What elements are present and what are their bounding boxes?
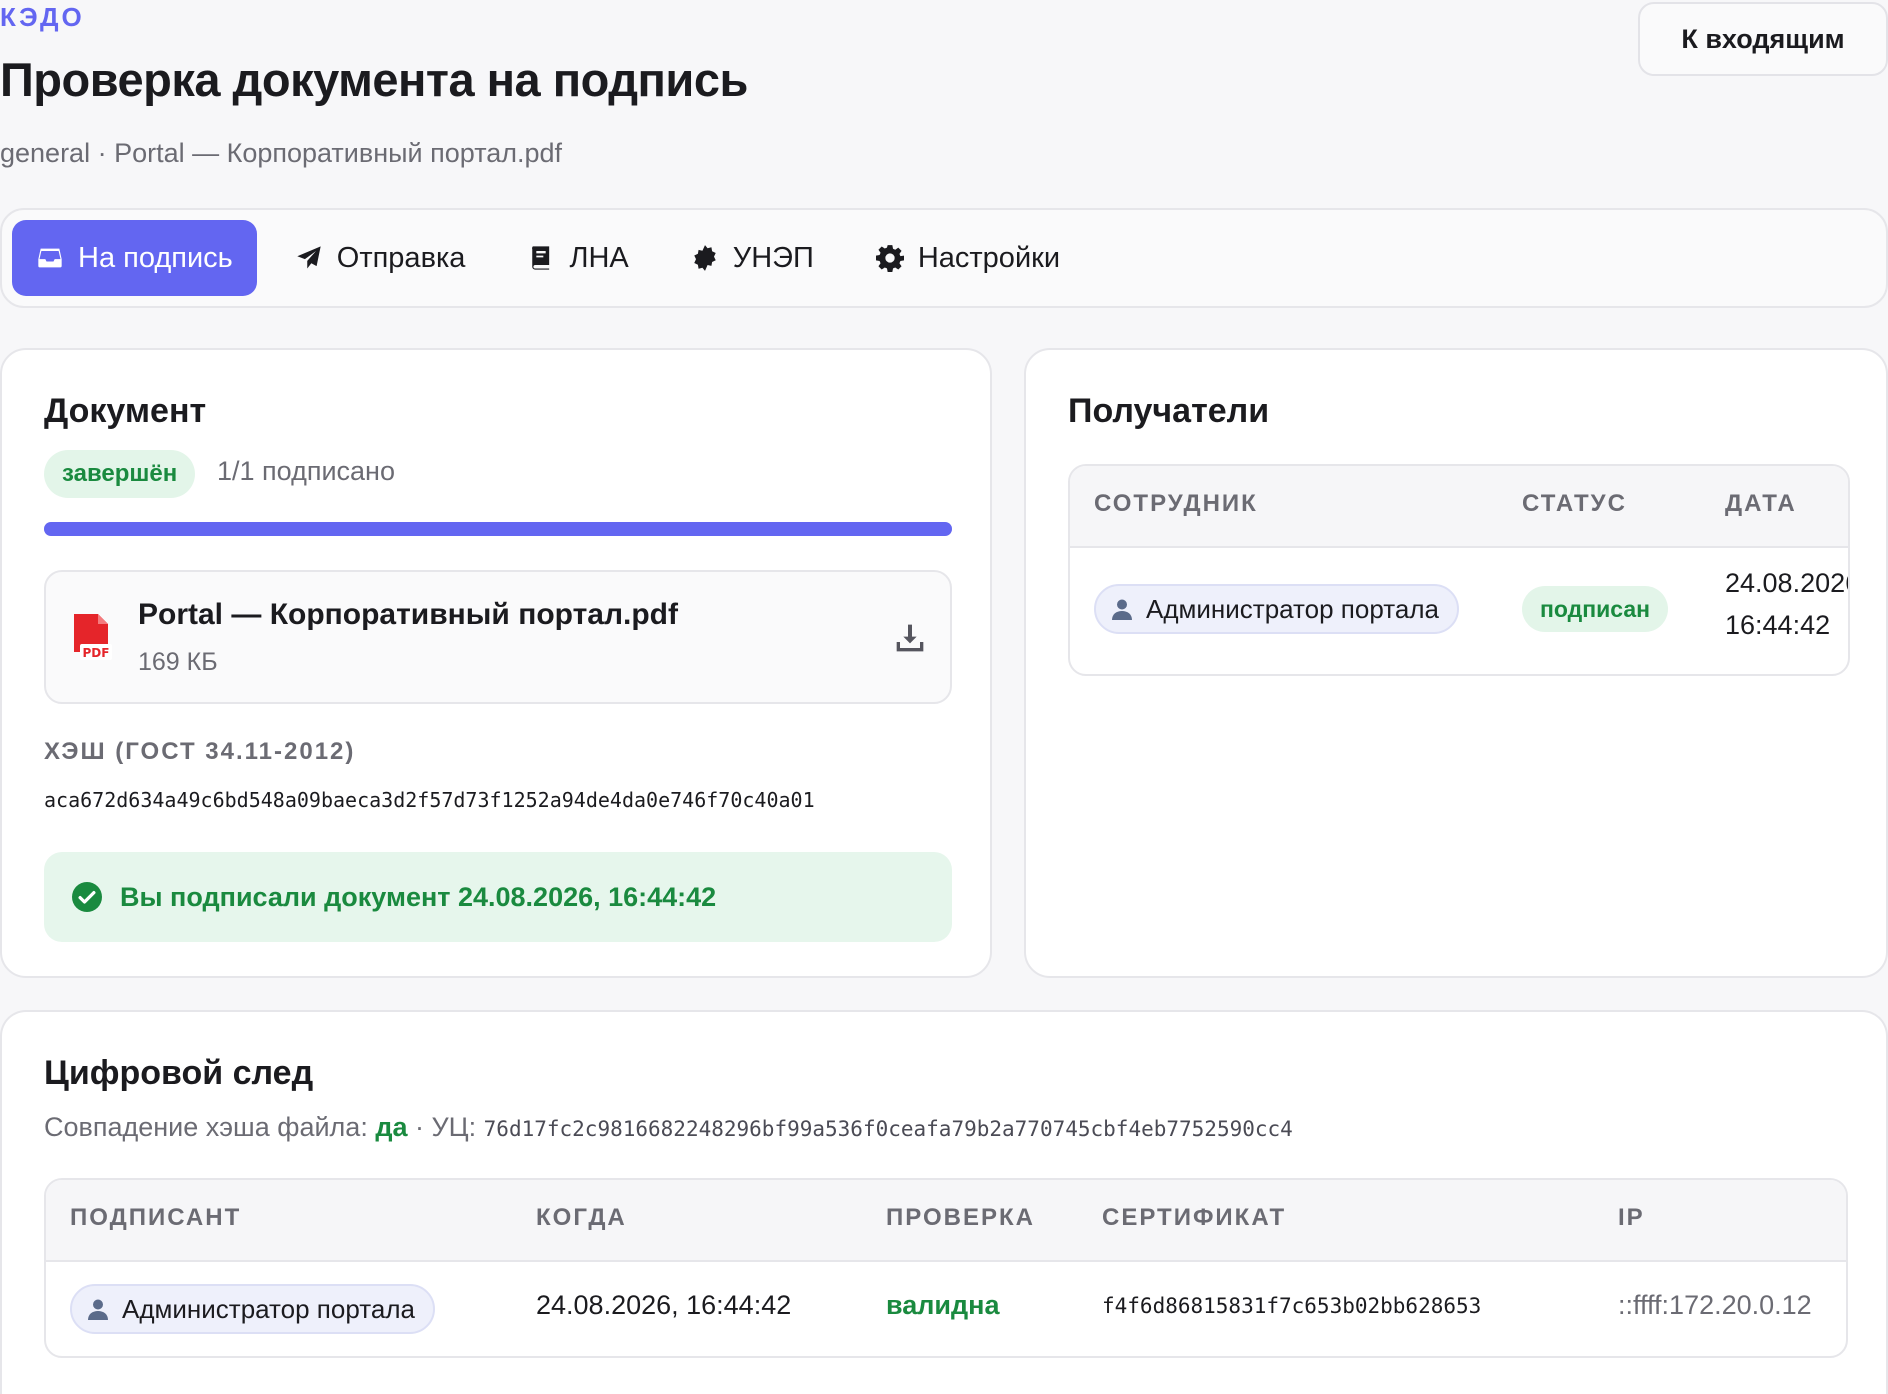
recipients-card: Получатели СОТРУДНИК СТАТУС ДАТА Админис… xyxy=(1024,348,1888,978)
signed-time: 16:44:42 xyxy=(1725,610,1831,640)
status-badge: подписан xyxy=(1522,586,1669,632)
file-item: PDF Portal — Корпоративный портал.pdf 16… xyxy=(44,570,952,704)
tab-to-sign[interactable]: На подпись xyxy=(12,220,257,296)
tab-settings[interactable]: Настройки xyxy=(852,220,1084,296)
hash-label: ХЭШ (ГОСТ 34.11-2012) xyxy=(44,738,356,765)
tab-label: Отправка xyxy=(336,241,466,274)
svg-text:PDF: PDF xyxy=(83,646,110,660)
digital-trail-heading: Цифровой след xyxy=(44,1054,314,1092)
table-row: Администратор портала 24.08.2026, 16:44:… xyxy=(46,1260,1846,1356)
signed-message: Вы подписали документ 24.08.2026, 16:44:… xyxy=(120,881,717,912)
signatures-table: ПОДПИСАНТ КОГДА ПРОВЕРКА СЕРТИФИКАТ IP А… xyxy=(44,1178,1848,1358)
file-size: 169 КБ xyxy=(138,648,218,676)
signer-name: Администратор портала xyxy=(122,1293,415,1324)
signing-progress-bar xyxy=(44,522,952,536)
tab-label: ЛНА xyxy=(569,241,629,274)
inbox-icon xyxy=(38,248,62,268)
hash-value: aca672d634a49c6bd548a09baeca3d2f57d73f12… xyxy=(44,788,815,812)
column-header-ip: IP xyxy=(1618,1204,1645,1231)
table-header: ПОДПИСАНТ КОГДА ПРОВЕРКА СЕРТИФИКАТ IP xyxy=(46,1180,1846,1262)
column-header-when: КОГДА xyxy=(536,1204,627,1231)
brand-label: КЭДО xyxy=(0,2,85,32)
check-circle-icon xyxy=(72,882,102,912)
certificate-id: f4f6d86815831f7c653b02bb628653 xyxy=(1102,1294,1482,1318)
ca-label: · УЦ: xyxy=(415,1112,477,1142)
column-header-signer: ПОДПИСАНТ xyxy=(70,1204,242,1231)
ca-value: 76d17fc2c9816682248296bf99a536f0ceafa79b… xyxy=(483,1117,1293,1141)
page-subtitle: general · Portal — Корпоративный портал.… xyxy=(0,138,563,168)
gear-icon xyxy=(875,245,904,272)
paper-plane-icon xyxy=(297,246,321,269)
employee-chip[interactable]: Администратор портала xyxy=(1094,584,1459,634)
check-status: валидна xyxy=(886,1290,1000,1320)
hash-match-value: да xyxy=(375,1112,408,1142)
user-icon xyxy=(1112,599,1132,620)
document-status-badge: завершён xyxy=(44,450,196,498)
file-name[interactable]: Portal — Корпоративный портал.pdf xyxy=(138,598,678,632)
tab-sending[interactable]: Отправка xyxy=(271,220,490,296)
signing-progress-fill xyxy=(44,522,952,536)
column-header-date: ДАТА xyxy=(1725,490,1797,517)
certificate-icon xyxy=(694,245,716,271)
column-header-status: СТАТУС xyxy=(1522,490,1627,517)
signed-success-alert: Вы подписали документ 24.08.2026, 16:44:… xyxy=(44,852,952,942)
page-title: Проверка документа на подпись xyxy=(0,53,748,106)
recipients-table: СОТРУДНИК СТАТУС ДАТА Администратор порт… xyxy=(1068,464,1850,676)
employee-name: Администратор портала xyxy=(1146,593,1439,624)
document-heading: Документ xyxy=(44,392,207,430)
back-to-inbox-button[interactable]: К входящим xyxy=(1638,2,1888,76)
table-header: СОТРУДНИК СТАТУС ДАТА xyxy=(1070,466,1848,548)
trail-meta: Совпадение хэша файла: да · УЦ: 76d17fc2… xyxy=(44,1112,1293,1143)
user-icon xyxy=(88,1299,108,1320)
tab-label: УНЭП xyxy=(732,241,814,274)
hash-match-label: Совпадение хэша файла: xyxy=(44,1112,368,1142)
document-card: Документ завершён 1/1 подписано PDF Port… xyxy=(0,348,992,978)
tab-lna[interactable]: ЛНА xyxy=(503,220,652,296)
signed-date: 24.08.2026 xyxy=(1725,568,1850,598)
ip-address: ::ffff:172.20.0.12 xyxy=(1618,1290,1812,1320)
tab-bar: На подпись Отправка ЛНА УНЭП Настройки xyxy=(0,208,1888,308)
column-header-check: ПРОВЕРКА xyxy=(886,1204,1035,1231)
column-header-employee: СОТРУДНИК xyxy=(1094,490,1258,517)
digital-trail-card: Цифровой след Совпадение хэша файла: да … xyxy=(0,1010,1888,1394)
recipients-heading: Получатели xyxy=(1068,392,1270,430)
pdf-file-icon: PDF xyxy=(74,614,112,660)
tab-label: Настройки xyxy=(917,241,1061,274)
signed-count: 1/1 подписано xyxy=(217,456,395,486)
book-icon xyxy=(532,246,550,270)
tab-unep[interactable]: УНЭП xyxy=(667,220,838,296)
signer-chip[interactable]: Администратор портала xyxy=(70,1284,435,1334)
table-row: Администратор портала подписан 24.08.202… xyxy=(1070,546,1850,674)
column-header-certificate: СЕРТИФИКАТ xyxy=(1102,1204,1287,1231)
signed-when: 24.08.2026, 16:44:42 xyxy=(536,1290,792,1320)
tab-label: На подпись xyxy=(78,241,233,274)
download-icon[interactable] xyxy=(894,622,926,654)
